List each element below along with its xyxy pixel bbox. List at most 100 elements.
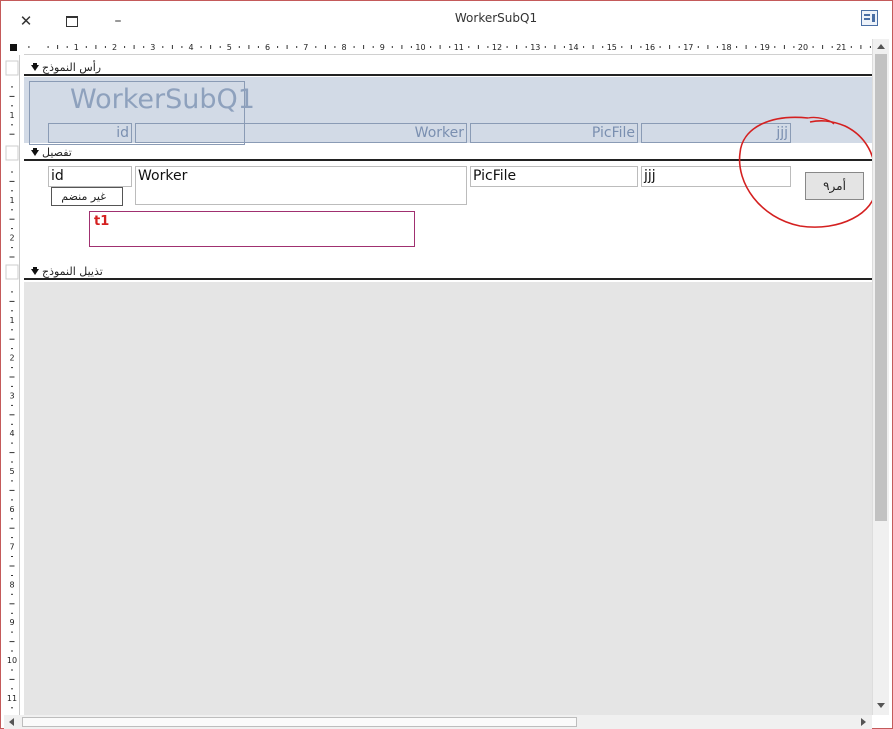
ruler-number: 10 <box>415 43 425 52</box>
ruler-tick <box>11 171 13 173</box>
ruler-section-marker <box>5 145 19 161</box>
ruler-tick <box>47 46 49 48</box>
close-icon: ✕ <box>19 12 33 30</box>
close-button[interactable]: ✕ <box>11 9 41 33</box>
ruler-tick <box>410 46 412 48</box>
ruler-tick <box>439 45 441 49</box>
ruler-tick <box>353 46 355 48</box>
ruler-tick <box>133 45 135 49</box>
ruler-tick <box>296 46 298 48</box>
ruler-tick <box>793 46 795 48</box>
ruler-tick <box>11 124 13 126</box>
ruler-tick <box>11 442 13 444</box>
ruler-tick <box>11 556 13 557</box>
vertical-scroll-thumb[interactable] <box>875 54 887 521</box>
ruler-tick <box>11 385 13 387</box>
ruler-number: 8 <box>341 43 346 52</box>
form-view-icon[interactable] <box>861 10 878 26</box>
ruler-tick <box>248 45 250 49</box>
ruler-tick <box>11 367 13 369</box>
minimize-icon: – <box>114 13 122 29</box>
chevron-left-icon <box>9 718 14 726</box>
chevron-down-icon <box>877 703 885 708</box>
section-arrow-icon <box>30 63 40 76</box>
horizontal-scroll-thumb[interactable] <box>22 717 577 727</box>
ruler-number: 5 <box>227 43 232 52</box>
ruler-number: 9 <box>380 43 385 52</box>
ruler-number: 11 <box>454 43 464 52</box>
header-label-id[interactable]: id <box>48 123 132 143</box>
ruler-number: 9 <box>9 618 14 627</box>
ruler-tick <box>774 46 776 48</box>
ruler-tick <box>11 650 13 652</box>
ruler-tick <box>544 46 546 48</box>
ruler-tick <box>554 45 556 49</box>
detail-field-id[interactable]: id <box>48 166 132 187</box>
ruler-tick <box>219 46 221 48</box>
ruler-tick <box>28 46 30 48</box>
ruler-number: 4 <box>9 429 14 438</box>
ruler-tick <box>11 707 13 709</box>
ruler-tick <box>525 46 527 48</box>
ruler-number: 4 <box>188 43 193 52</box>
ruler-section-marker <box>5 60 19 76</box>
detail-field-worker[interactable]: Worker <box>135 166 467 205</box>
ruler-number: 20 <box>798 43 808 52</box>
ruler-tick <box>9 565 15 567</box>
t1-control[interactable]: t1 <box>89 211 415 247</box>
unbound-label[interactable]: غير منضم <box>51 187 123 206</box>
ruler-tick <box>171 45 173 49</box>
ruler-tick <box>9 376 15 378</box>
header-label-worker[interactable]: Worker <box>135 123 467 143</box>
chevron-up-icon <box>877 44 885 49</box>
form-title-text: WorkerSubQ1 <box>70 84 255 115</box>
ruler-tick <box>11 593 13 595</box>
ruler-tick <box>11 688 13 690</box>
ruler-number: 2 <box>9 234 14 243</box>
ruler-tick <box>869 46 871 48</box>
horizontal-ruler-ticks: 12345678910111213141516171819202122 <box>28 43 871 52</box>
ruler-number: 3 <box>9 391 14 400</box>
form-header-section-bar[interactable]: رأس النموذج <box>24 61 872 76</box>
vertical-ruler[interactable]: 1 1 2 1 2 3 4 5 6 7 8 9 10 11 <box>4 55 20 715</box>
header-label-picfile[interactable]: PicFile <box>470 123 638 143</box>
window-title: WorkerSubQ1 <box>454 11 538 25</box>
vertical-scrollbar[interactable] <box>872 39 889 715</box>
ruler-number: 1 <box>9 111 14 120</box>
ruler-tick <box>9 218 15 220</box>
scroll-left-button[interactable] <box>4 715 18 729</box>
ruler-number: 19 <box>760 43 770 52</box>
ruler-section-marker <box>5 264 19 280</box>
ruler-tick <box>9 641 15 643</box>
form-footer-section-bar[interactable]: تذييل النموذج <box>24 265 872 280</box>
ruler-tick <box>487 46 489 48</box>
ruler-corner[interactable] <box>8 42 18 52</box>
ruler-tick <box>449 46 451 48</box>
detail-field-picfile[interactable]: PicFile <box>470 166 638 187</box>
ruler-tick <box>95 45 97 49</box>
horizontal-scrollbar[interactable] <box>4 715 872 729</box>
restore-button[interactable] <box>57 9 87 33</box>
ruler-tick <box>9 256 15 258</box>
ruler-tick <box>707 45 709 49</box>
ruler-tick <box>401 45 403 49</box>
ruler-tick <box>602 46 604 48</box>
ruler-tick <box>85 46 87 48</box>
scroll-down-button[interactable] <box>873 699 889 713</box>
ruler-tick <box>822 45 824 49</box>
horizontal-ruler[interactable]: 12345678910111213141516171819202122 <box>24 39 872 55</box>
red-annotation-circle <box>738 116 878 228</box>
empty-design-area <box>24 282 872 715</box>
ruler-number: 6 <box>9 505 14 514</box>
scroll-up-button[interactable] <box>873 39 889 53</box>
ruler-number: 15 <box>607 43 617 52</box>
section-arrow-icon <box>30 267 40 280</box>
ruler-tick <box>9 133 15 135</box>
scroll-right-button[interactable] <box>857 715 871 729</box>
ruler-tick <box>592 45 594 49</box>
minimize-button[interactable]: – <box>103 9 133 33</box>
ruler-tick <box>11 404 13 406</box>
ruler-tick <box>315 46 317 48</box>
ruler-tick <box>860 45 862 49</box>
restore-icon <box>66 15 78 27</box>
